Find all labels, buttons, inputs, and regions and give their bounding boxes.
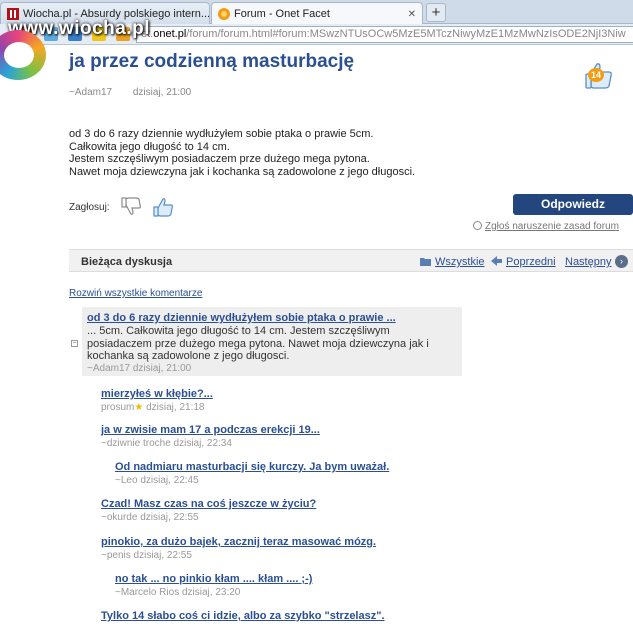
comment-author: prosum	[101, 402, 135, 413]
body-line: Całkowita jego długość to 14 cm.	[69, 140, 230, 153]
comment-author: ~dziwnie troche	[101, 438, 171, 449]
list-item: Od nadmiaru masturbacji się kurczy. Ja b…	[115, 461, 389, 486]
thread-title: ja przez codzienną masturbację	[69, 51, 355, 72]
comment-author: ~Leo	[115, 475, 138, 486]
expand-all-comments-link[interactable]: Rozwiń wszystkie komentarze	[69, 288, 202, 299]
like-badge[interactable]: 14	[581, 60, 615, 90]
thumbs-up-icon[interactable]	[152, 196, 174, 218]
prev-arrow-icon	[491, 256, 502, 266]
comment-title[interactable]: Tylko 14 słabo coś ci idzie, albo za szy…	[101, 610, 385, 622]
address-bar[interactable]: et.onet.pl/forum/forum.html#forum:MSwzNT…	[136, 26, 633, 43]
collapse-icon[interactable]: −	[71, 340, 78, 347]
url-domain: onet.pl	[153, 28, 187, 40]
comment-title[interactable]: od 3 do 6 razy dziennie wydłużyłem sobie…	[87, 312, 396, 324]
discussion-label: Bieżąca dyskusja	[81, 256, 173, 268]
comment-meta: ~dziwnie troche dzisiaj, 22:34	[101, 438, 320, 449]
body-line: od 3 do 6 razy dziennie wydłużyłem sobie…	[69, 128, 374, 140]
list-item: mierzyłeś w kłębie?... prosum★ dzisiaj, …	[101, 388, 213, 413]
comment-title[interactable]: Czad! Masz czas na coś jeszcze w życiu?	[101, 498, 316, 510]
next-arrow-icon[interactable]: ›	[615, 255, 628, 268]
tab-label: Forum - Onet Facet	[234, 8, 330, 20]
first-comment: − od 3 do 6 razy dziennie wydłużyłem sob…	[71, 307, 462, 376]
report-icon	[473, 221, 482, 230]
thumbs-down-icon[interactable]	[120, 196, 142, 218]
report-label: Zgłoś naruszenie zasad forum	[485, 221, 619, 232]
comment-date: dzisiaj, 22:34	[173, 438, 232, 449]
comment-meta: ~Marcelo Rios dzisiaj, 23:20	[115, 587, 312, 598]
list-item: no tak ... no pinkio kłam .... kłam ....…	[115, 573, 312, 598]
thread-body: od 3 do 6 razy dziennie wydłużyłem sobie…	[69, 128, 415, 178]
comment-author: ~Marcelo Rios	[115, 587, 180, 598]
vote-section: Zagłosuj:	[69, 196, 174, 218]
list-item: Czad! Masz czas na coś jeszcze w życiu? …	[101, 498, 316, 523]
thread-date: dzisiaj, 21:00	[132, 87, 192, 98]
comment-date: dzisiaj, 23:20	[181, 587, 241, 598]
tab-forum-onet[interactable]: Forum - Onet Facet ✕	[211, 2, 423, 25]
comment-title[interactable]: mierzyłeś w kłębie?...	[101, 388, 213, 400]
list-item: pinokio, za dużo bajek, zacznij teraz ma…	[101, 536, 376, 561]
comment-text: ... 5cm. Całkowita jego długość to 14 cm…	[87, 325, 429, 362]
star-icon: ★	[134, 402, 144, 413]
thread-author: ~Adam17	[69, 87, 113, 98]
list-item: Tylko 14 słabo coś ci idzie, albo za szy…	[101, 610, 385, 622]
comment-author: ~okurde	[101, 512, 138, 523]
folder-icon	[420, 258, 431, 266]
reply-button[interactable]: Odpowiedz	[513, 194, 633, 215]
prev-link[interactable]: Poprzedni	[506, 256, 556, 268]
comment-author: ~penis	[101, 550, 131, 561]
body-line: Nawet moja dziewczyna jak i kochanka są …	[69, 165, 416, 178]
thread-meta: ~Adam17 dzisiaj, 21:00	[69, 87, 191, 98]
comment-meta: prosum★ dzisiaj, 21:18	[101, 402, 213, 413]
comment-title[interactable]: Od nadmiaru masturbacji się kurczy. Ja b…	[115, 461, 389, 473]
comment-title[interactable]: ja w zwisie mam 17 a podczas erekcji 19.…	[101, 424, 320, 436]
onet-favicon-icon	[218, 8, 230, 20]
comment-date: dzisiaj, 21:18	[146, 402, 205, 413]
comment-title[interactable]: no tak ... no pinkio kłam .... kłam ....…	[115, 573, 312, 585]
next-link[interactable]: Następny	[565, 256, 611, 268]
like-count: 14	[588, 68, 604, 82]
report-link[interactable]: Zgłoś naruszenie zasad forum	[473, 221, 619, 232]
vote-label: Zagłosuj:	[69, 201, 110, 213]
comment-date: dzisiaj, 22:45	[140, 475, 199, 486]
comment-title[interactable]: pinokio, za dużo bajek, zacznij teraz ma…	[101, 536, 376, 548]
comment-meta: ~Leo dzisiaj, 22:45	[115, 475, 389, 486]
comment-meta: ~Adam17 dzisiaj, 21:00	[87, 363, 192, 374]
comment-date: dzisiaj, 22:55	[133, 550, 192, 561]
url-path: /forum/forum.html#forum:MSwzNTUsOCw5MzE5…	[186, 28, 626, 40]
comment-meta: ~penis dzisiaj, 22:55	[101, 550, 376, 561]
list-item: ja w zwisie mam 17 a podczas erekcji 19.…	[101, 424, 320, 449]
discussion-bar: Bieżąca dyskusja Wszystkie Poprzedni Nas…	[69, 249, 633, 272]
comment-date: dzisiaj, 22:55	[140, 512, 199, 523]
all-link[interactable]: Wszystkie	[435, 256, 485, 268]
body-line: Jestem szczęśliwym posiadaczem prze duże…	[69, 153, 370, 165]
close-tab-icon[interactable]: ✕	[402, 9, 416, 20]
comment-meta: ~okurde dzisiaj, 22:55	[101, 512, 316, 523]
new-tab-button[interactable]: +	[426, 3, 446, 22]
